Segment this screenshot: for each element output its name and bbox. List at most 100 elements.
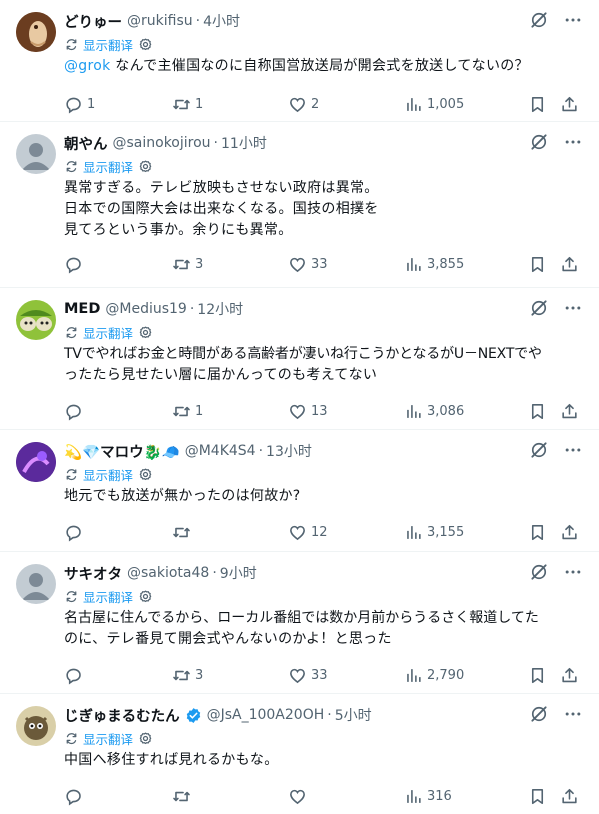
bookmark-button[interactable] — [528, 787, 560, 806]
tweet-text: 異常すぎる。テレビ放映もさせない政府は異常。 日本での国際大会は出来なくなる。国… — [64, 178, 583, 241]
views-button[interactable]: 1,005 — [404, 95, 528, 114]
retweet-button[interactable]: 3 — [172, 666, 288, 685]
more-options-icon[interactable] — [563, 440, 583, 460]
translation-settings-icon[interactable] — [138, 589, 153, 604]
tweet[interactable]: 💫💎マロウ🐉🧢 @M4K4S4 · 13小时 显示翻译 地元でも放送が無かったの… — [0, 430, 599, 552]
avatar[interactable] — [16, 12, 56, 52]
display-name[interactable]: 💫💎マロウ🐉🧢 — [64, 441, 180, 462]
reply-button[interactable] — [64, 666, 172, 685]
share-button[interactable] — [560, 523, 579, 542]
show-translation-link[interactable]: 显示翻译 — [83, 35, 133, 54]
tweet[interactable]: じぎゅまるむたん @JsA_100A20OH · 5小时 显示翻译 中国へ移住す… — [0, 694, 599, 814]
display-name[interactable]: MED — [64, 301, 100, 317]
reply-button[interactable]: 1 — [64, 95, 172, 114]
action-bar: 1 13 3,086 — [64, 392, 583, 430]
timestamp[interactable]: 4小时 — [203, 11, 240, 31]
more-options-icon[interactable] — [563, 10, 583, 30]
retweet-button[interactable]: 1 — [172, 95, 288, 114]
views-button[interactable]: 2,790 — [404, 666, 528, 685]
share-button[interactable] — [560, 666, 579, 685]
show-translation-link[interactable]: 显示翻译 — [83, 323, 133, 342]
retweet-button[interactable] — [172, 787, 288, 806]
more-options-icon[interactable] — [563, 704, 583, 724]
bookmark-button[interactable] — [528, 523, 560, 542]
grok-icon[interactable] — [529, 132, 549, 152]
reply-button[interactable] — [64, 787, 172, 806]
reply-icon — [64, 523, 83, 542]
share-button[interactable] — [560, 402, 579, 421]
retweet-button[interactable]: 3 — [172, 255, 288, 274]
display-name[interactable]: どりゅー — [64, 11, 122, 32]
timestamp[interactable]: 12小时 — [197, 299, 243, 319]
translation-settings-icon[interactable] — [138, 37, 153, 52]
display-name[interactable]: 朝やん — [64, 133, 108, 154]
bookmark-button[interactable] — [528, 402, 560, 421]
avatar[interactable] — [16, 706, 56, 746]
more-options-icon[interactable] — [563, 562, 583, 582]
display-name[interactable]: じぎゅまるむたん — [64, 705, 180, 726]
grok-icon[interactable] — [529, 298, 549, 318]
tweet[interactable]: どりゅー @rukifisu · 4小时 显示翻译 @grok なんで主催国なの… — [0, 0, 599, 122]
grok-icon[interactable] — [529, 562, 549, 582]
grok-icon[interactable] — [529, 704, 549, 724]
tweet[interactable]: 朝やん @sainokojirou · 11小时 显示翻译 異常すぎる。テレビ放… — [0, 122, 599, 288]
mention-link[interactable]: @grok — [64, 58, 111, 74]
views-button[interactable]: 3,855 — [404, 255, 528, 274]
like-button[interactable]: 12 — [288, 523, 404, 542]
more-options-icon[interactable] — [563, 132, 583, 152]
display-name[interactable]: サキオタ — [64, 563, 122, 584]
views-button[interactable]: 3,155 — [404, 523, 528, 542]
like-button[interactable]: 33 — [288, 666, 404, 685]
avatar[interactable] — [16, 442, 56, 482]
user-handle[interactable]: @JsA_100A20OH — [207, 707, 325, 723]
user-handle[interactable]: @M4K4S4 — [185, 443, 256, 459]
show-translation-link[interactable]: 显示翻译 — [83, 465, 133, 484]
user-handle[interactable]: @sakiota48 — [127, 565, 209, 581]
user-handle[interactable]: @sainokojirou — [113, 135, 211, 151]
like-button[interactable]: 2 — [288, 95, 404, 114]
avatar[interactable] — [16, 300, 56, 340]
translation-settings-icon[interactable] — [138, 159, 153, 174]
grok-icon[interactable] — [529, 440, 549, 460]
like-button[interactable]: 13 — [288, 402, 404, 421]
bookmark-button[interactable] — [528, 666, 560, 685]
views-button[interactable]: 3,086 — [404, 402, 528, 421]
retweet-button[interactable]: 1 — [172, 402, 288, 421]
reply-button[interactable] — [64, 523, 172, 542]
timestamp[interactable]: 5小时 — [335, 705, 372, 725]
views-button[interactable]: 316 — [404, 787, 528, 806]
reply-button[interactable] — [64, 255, 172, 274]
user-handle[interactable]: @Medius19 — [105, 301, 186, 317]
timestamp[interactable]: 13小时 — [266, 441, 312, 461]
grok-icon[interactable] — [529, 10, 549, 30]
reply-button[interactable] — [64, 402, 172, 421]
timestamp[interactable]: 9小时 — [220, 563, 257, 583]
timestamp[interactable]: 11小时 — [221, 133, 267, 153]
translation-settings-icon[interactable] — [138, 325, 153, 340]
like-button[interactable] — [288, 787, 404, 806]
avatar[interactable] — [16, 134, 56, 174]
translation-settings-icon[interactable] — [138, 731, 153, 746]
verified-badge-icon[interactable] — [185, 707, 202, 724]
more-options-icon[interactable] — [563, 298, 583, 318]
show-translation-link[interactable]: 显示翻译 — [83, 729, 133, 748]
share-button[interactable] — [560, 95, 579, 114]
bookmark-button[interactable] — [528, 255, 560, 274]
like-button[interactable]: 33 — [288, 255, 404, 274]
user-handle[interactable]: @rukifisu — [127, 13, 193, 29]
avatar[interactable] — [16, 564, 56, 604]
retweet-button[interactable] — [172, 523, 288, 542]
share-button[interactable] — [560, 255, 579, 274]
analytics-icon — [404, 787, 423, 806]
tweet[interactable]: MED @Medius19 · 12小时 显示翻译 TVでやればお金と時間がある… — [0, 288, 599, 430]
show-translation-link[interactable]: 显示翻译 — [83, 587, 133, 606]
show-translation-link[interactable]: 显示翻译 — [83, 157, 133, 176]
tweet-text: 中国へ移住すれば見れるかもな。 — [64, 750, 583, 771]
share-button[interactable] — [560, 787, 579, 806]
bookmark-button[interactable] — [528, 95, 560, 114]
tweet[interactable]: サキオタ @sakiota48 · 9小时 显示翻译 名古屋に住んでるから、ロー… — [0, 552, 599, 694]
reply-icon — [64, 787, 83, 806]
separator-dot: · — [212, 565, 217, 581]
retweet-count: 3 — [195, 667, 204, 683]
translation-settings-icon[interactable] — [138, 467, 153, 482]
